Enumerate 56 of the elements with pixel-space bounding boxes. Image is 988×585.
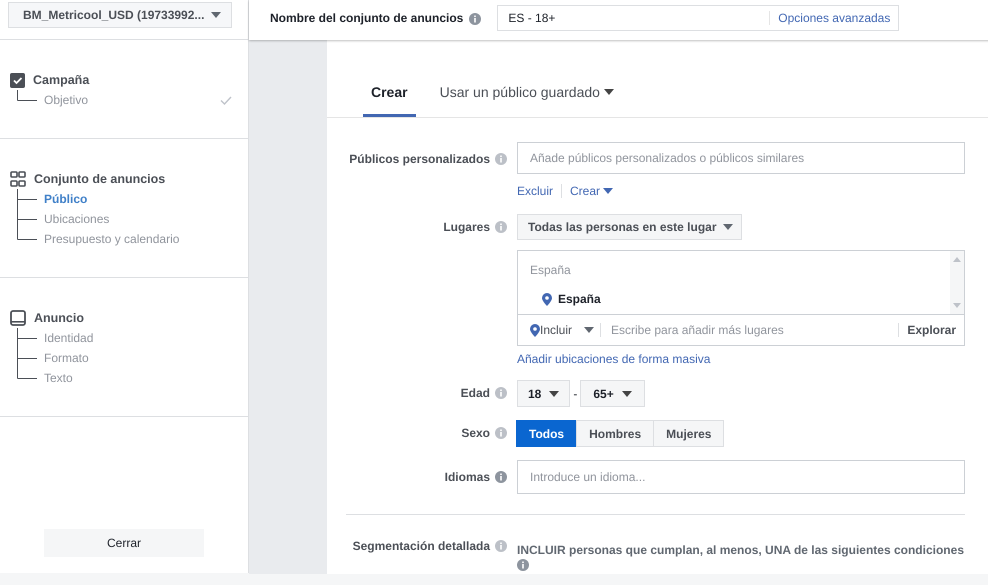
info-icon: [495, 153, 507, 165]
field-label: Sexo: [461, 426, 490, 440]
caret-icon: [549, 390, 560, 396]
info-icon: [495, 221, 507, 233]
info-icon: [517, 559, 529, 571]
section-title: Campaña: [33, 73, 90, 87]
field-label: Edad: [460, 386, 490, 400]
field-label: Lugares: [443, 220, 490, 234]
info-icon: [495, 387, 507, 399]
account-dropdown[interactable]: BM_Metricool_USD (19733992...: [8, 2, 232, 28]
targeting-description: INCLUIR personas que cumplan, al menos, UNA de las siguientes condiciones: [517, 542, 965, 558]
age-separator: -: [572, 386, 578, 400]
scroll-up-icon[interactable]: [953, 257, 961, 262]
max-age-dropdown[interactable]: 65+: [580, 380, 645, 407]
info-icon: [495, 427, 507, 439]
location-type-dropdown[interactable]: Todas las personas en este lugar: [517, 214, 742, 240]
tree-connector: [17, 328, 37, 348]
location-pin-icon: [530, 324, 540, 336]
field-label: Segmentación detallada: [352, 539, 490, 553]
field-label: Nombre del conjunto de anuncios: [270, 11, 464, 25]
tab[interactable]: Crear: [363, 77, 416, 117]
custom-audience-field[interactable]: Añade públicos personalizados o públicos similares: [517, 142, 965, 174]
gender-option[interactable]: Mujeres: [653, 420, 724, 447]
bulk-locations-link[interactable]: Añadir ubicaciones de forma masiva: [517, 352, 710, 366]
advanced-options-link[interactable]: Opciones avanzadas: [769, 11, 898, 25]
link[interactable]: Excluir: [517, 184, 554, 198]
gender-option[interactable]: Hombres: [576, 420, 654, 447]
gender-option[interactable]: Todos: [516, 420, 578, 447]
tab[interactable]: Usar un público guardado: [440, 77, 614, 117]
checkbox-icon: [10, 72, 25, 88]
field-label: Públicos personalizados: [349, 152, 490, 166]
caret-icon: [211, 12, 221, 18]
min-age-dropdown[interactable]: 18: [517, 380, 570, 407]
tablet-icon: [10, 310, 26, 326]
close-button[interactable]: Cerrar: [44, 529, 204, 557]
link[interactable]: Crear: [570, 184, 614, 198]
section-title: Conjunto de anuncios: [34, 172, 166, 186]
tree-connector: [17, 90, 37, 101]
browse-button[interactable]: Explorar: [898, 323, 956, 337]
info-icon: [469, 12, 482, 24]
sidebar-item[interactable]: Público: [44, 192, 232, 206]
ad-set-name-field[interactable]: ES - 18+ Opciones avanzadas: [497, 5, 900, 31]
grid-icon: [10, 171, 26, 187]
field-label: Idiomas: [444, 470, 490, 484]
caret-icon: [722, 224, 733, 230]
location-group-label: España: [530, 263, 572, 277]
tree-connector: [17, 189, 37, 209]
caret-icon: [584, 327, 594, 333]
location-pin-icon: [542, 292, 552, 306]
caret-icon: [622, 390, 632, 396]
section-title: Anuncio: [34, 311, 84, 325]
location-item[interactable]: España: [558, 292, 601, 306]
language-field[interactable]: Introduce un idioma...: [517, 460, 965, 494]
scroll-down-icon[interactable]: [953, 303, 961, 308]
info-icon: [495, 540, 507, 552]
info-icon: [495, 471, 507, 483]
